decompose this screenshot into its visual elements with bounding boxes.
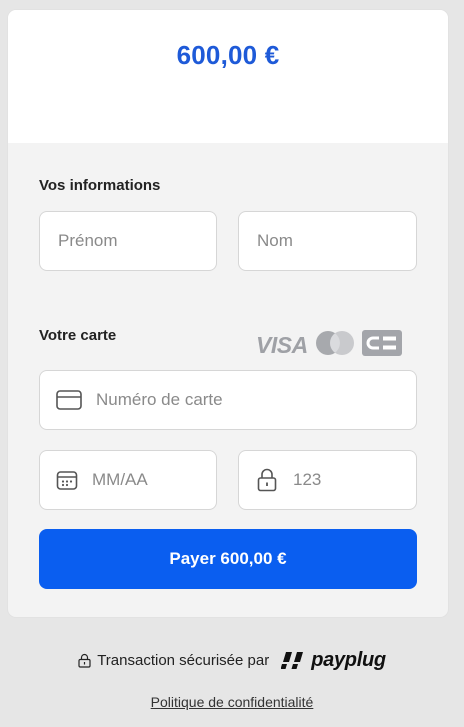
secure-text: Transaction sécurisée par [97,651,270,669]
mastercard-icon [314,330,356,361]
info-section-title: Vos informations [39,177,161,194]
card-section-title: Votre carte [39,327,117,344]
payplug-wordmark: payplug [311,648,386,671]
first-name-field[interactable] [39,211,217,271]
amount-header: 600,00 € [8,10,448,143]
padlock-icon [78,653,91,668]
calendar-icon [56,469,78,491]
cb-icon [361,329,402,361]
last-name-field[interactable] [238,211,417,271]
last-name-input[interactable] [257,231,416,251]
expiry-input[interactable] [92,470,216,490]
card-number-field[interactable] [39,370,417,430]
payplug-logo: payplug [281,649,386,672]
cvc-field[interactable] [238,450,417,510]
pay-button[interactable]: Payer 600,00 € [39,529,417,589]
lock-icon [257,468,277,492]
secure-transaction: Transaction sécurisée par payplug [0,648,464,672]
amount-display: 600,00 € [176,40,280,70]
card-number-input[interactable] [96,390,416,410]
first-name-input[interactable] [58,231,216,251]
cvc-input[interactable] [293,470,416,490]
visa-logo: VISA [256,331,308,358]
expiry-field[interactable] [39,450,217,510]
payment-card: 600,00 € Vos informations Votre carte VI… [8,10,448,617]
privacy-policy-link[interactable]: Politique de confidentialité [0,694,464,710]
payplug-mark-icon [281,652,304,669]
credit-card-icon [56,390,82,410]
card-brands: VISA [256,329,402,361]
